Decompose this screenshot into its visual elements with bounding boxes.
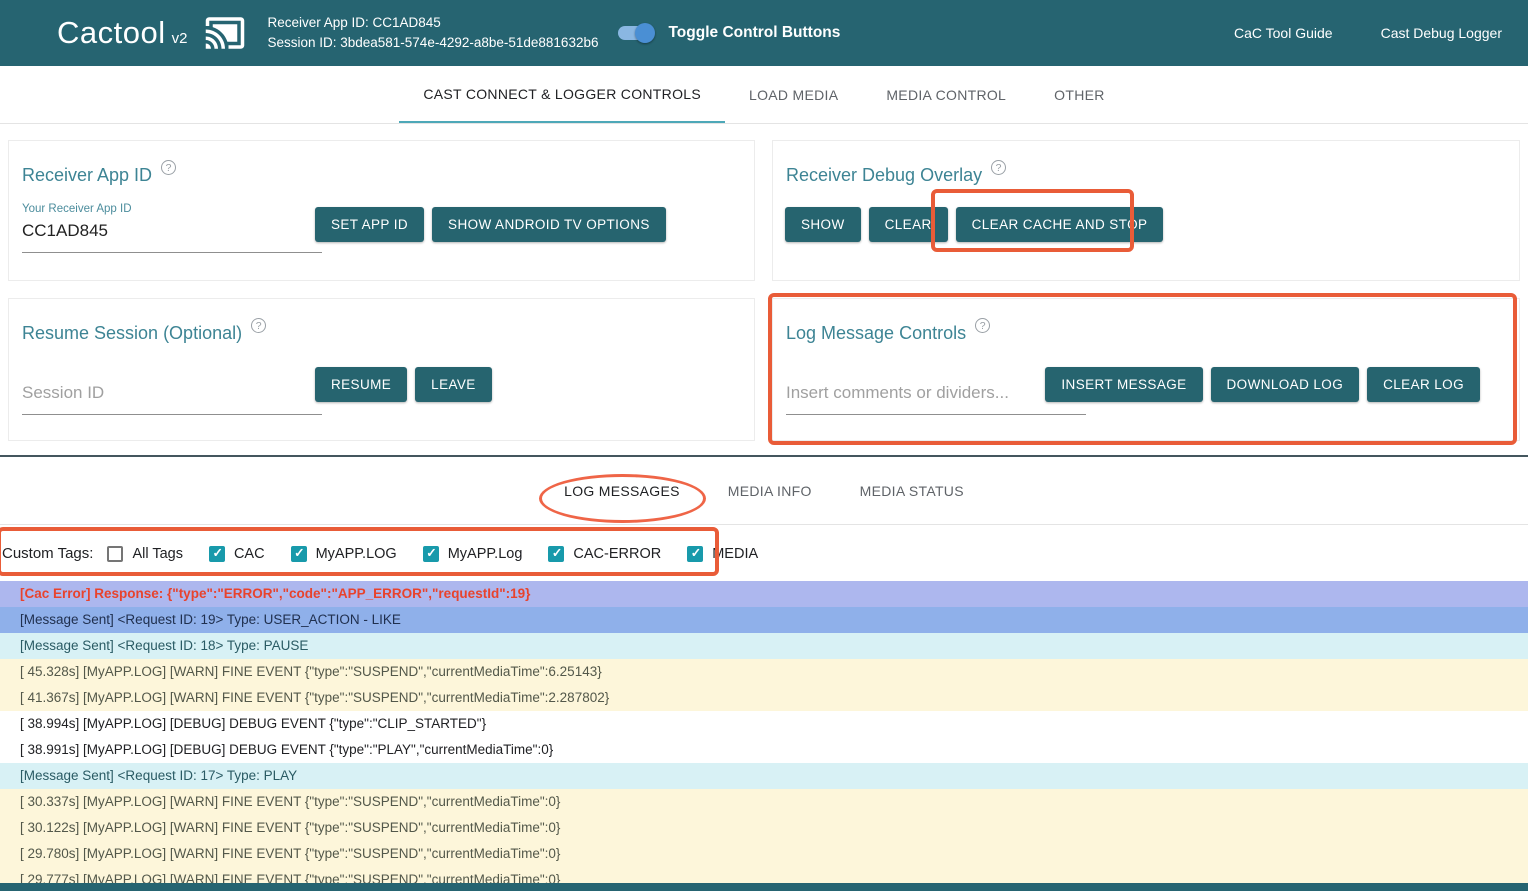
app-version: v2 [172, 30, 188, 47]
custom-tag-label: CAC-ERROR [573, 546, 661, 562]
receiver-app-id-input[interactable] [22, 217, 322, 253]
receiver-app-id-field: Your Receiver App ID [22, 203, 322, 253]
help-icon[interactable]: ? [251, 318, 266, 333]
panel-title-text: Log Message Controls [786, 323, 966, 344]
session-id-text: Session ID: 3bdea581-574e-4292-a8be-51de… [267, 33, 598, 53]
log-row[interactable]: [ 41.367s] [MyAPP.LOG] [WARN] FINE EVENT… [0, 685, 1528, 711]
app-header: Cactool v2 Receiver App ID: CC1AD845 Ses… [0, 0, 1528, 66]
log-row[interactable]: [ 29.780s] [MyAPP.LOG] [WARN] FINE EVENT… [0, 841, 1528, 867]
clear-log-button[interactable]: CLEAR LOG [1367, 367, 1480, 402]
checkbox-checked-icon[interactable] [291, 546, 307, 562]
custom-tags-bar: Custom Tags: All Tags CAC MyAPP.LOG MyAPP.L… [0, 526, 1528, 581]
log-message-controls-panel-title: Log Message Controls ? [786, 323, 990, 344]
custom-tag-label: All Tags [132, 546, 183, 562]
panel-title-text: Resume Session (Optional) [22, 323, 242, 344]
tab-cast-connect-logger-controls[interactable]: CAST CONNECT & LOGGER CONTROLS [399, 66, 725, 123]
custom-tag-label: MEDIA [712, 546, 758, 562]
custom-tag-item[interactable]: All Tags [107, 546, 183, 562]
log-tab-bar: LOG MESSAGES MEDIA INFO MEDIA STATUS [0, 457, 1528, 525]
panel-title-text: Receiver Debug Overlay [786, 165, 982, 186]
log-rows: [Cac Error] Response: {"type":"ERROR","c… [0, 581, 1528, 891]
log-row[interactable]: [Cac Error] Response: {"type":"ERROR","c… [0, 581, 1528, 607]
custom-tags-label: Custom Tags: [2, 545, 93, 562]
resume-session-panel: Resume Session (Optional) ? RESUME LEAVE [8, 298, 755, 441]
log-row[interactable]: [Message Sent] <Request ID: 19> Type: US… [0, 607, 1528, 633]
log-row[interactable]: [ 45.328s] [MyAPP.LOG] [WARN] FINE EVENT… [0, 659, 1528, 685]
show-android-tv-options-button[interactable]: SHOW ANDROID TV OPTIONS [432, 207, 666, 242]
checkbox-unchecked-icon[interactable] [107, 546, 123, 562]
log-row[interactable]: [ 38.991s] [MyAPP.LOG] [DEBUG] DEBUG EVE… [0, 737, 1528, 763]
main-tab-bar: CAST CONNECT & LOGGER CONTROLS LOAD MEDI… [0, 66, 1528, 124]
checkbox-checked-icon[interactable] [209, 546, 225, 562]
cac-tool-guide-link[interactable]: CaC Tool Guide [1234, 25, 1333, 41]
resume-button[interactable]: RESUME [315, 367, 407, 402]
custom-tag-label: MyAPP.LOG [316, 546, 397, 562]
checkbox-checked-icon[interactable] [548, 546, 564, 562]
cast-debug-logger-link[interactable]: Cast Debug Logger [1381, 25, 1502, 41]
log-message-controls-panel: Log Message Controls ? INSERT MESSAGE DO… [772, 298, 1520, 441]
custom-tag-item[interactable]: CAC [209, 546, 265, 562]
custom-tag-item[interactable]: MyAPP.Log [423, 546, 523, 562]
log-row[interactable]: [ 30.337s] [MyAPP.LOG] [WARN] FINE EVENT… [0, 789, 1528, 815]
header-links: CaC Tool Guide Cast Debug Logger [1234, 25, 1502, 41]
leave-button[interactable]: LEAVE [415, 367, 492, 402]
resume-session-panel-title: Resume Session (Optional) ? [22, 323, 266, 344]
app-title: Cactool v2 [57, 15, 187, 51]
app-name: Cactool [57, 15, 166, 51]
custom-tag-item[interactable]: MyAPP.LOG [291, 546, 397, 562]
tab-media-info[interactable]: MEDIA INFO [704, 457, 836, 524]
log-row[interactable]: [ 30.122s] [MyAPP.LOG] [WARN] FINE EVENT… [0, 815, 1528, 841]
connection-info: Receiver App ID: CC1AD845 Session ID: 3b… [267, 13, 598, 53]
control-buttons-toggle[interactable] [618, 26, 652, 40]
log-comment-input[interactable] [786, 379, 1086, 415]
log-comment-field [786, 379, 1086, 415]
insert-message-button[interactable]: INSERT MESSAGE [1045, 367, 1202, 402]
custom-tag-label: CAC [234, 546, 265, 562]
tab-log-messages[interactable]: LOG MESSAGES [540, 457, 704, 524]
receiver-app-id-panel: Receiver App ID ? Your Receiver App ID S… [8, 140, 755, 281]
cast-icon [201, 12, 249, 54]
footer-bar [0, 883, 1528, 891]
receiver-app-id-field-label: Your Receiver App ID [22, 203, 322, 215]
show-overlay-button[interactable]: SHOW [785, 207, 861, 242]
help-icon[interactable]: ? [161, 160, 176, 175]
toggle-knob[interactable] [635, 23, 655, 43]
session-id-input[interactable] [22, 379, 322, 415]
custom-tag-label: MyAPP.Log [448, 546, 523, 562]
receiver-debug-overlay-panel-title: Receiver Debug Overlay ? [786, 165, 1006, 186]
log-row[interactable]: [ 38.994s] [MyAPP.LOG] [DEBUG] DEBUG EVE… [0, 711, 1528, 737]
log-row[interactable]: [Message Sent] <Request ID: 18> Type: PA… [0, 633, 1528, 659]
checkbox-checked-icon[interactable] [423, 546, 439, 562]
help-icon[interactable]: ? [975, 318, 990, 333]
session-id-field [22, 379, 322, 415]
receiver-debug-overlay-panel: Receiver Debug Overlay ? SHOW CLEAR CLEA… [772, 140, 1520, 281]
clear-cache-and-stop-button[interactable]: CLEAR CACHE AND STOP [956, 207, 1164, 242]
tab-other[interactable]: OTHER [1030, 66, 1129, 123]
download-log-button[interactable]: DOWNLOAD LOG [1211, 367, 1360, 402]
set-app-id-button[interactable]: SET APP ID [315, 207, 424, 242]
toggle-label: Toggle Control Buttons [668, 24, 840, 42]
checkbox-checked-icon[interactable] [687, 546, 703, 562]
tab-load-media[interactable]: LOAD MEDIA [725, 66, 862, 123]
panel-title-text: Receiver App ID [22, 165, 152, 186]
clear-overlay-button[interactable]: CLEAR [869, 207, 948, 242]
custom-tag-item[interactable]: CAC-ERROR [548, 546, 661, 562]
custom-tags-list: All Tags CAC MyAPP.LOG MyAPP.Log CAC-ERROR ME… [107, 546, 758, 562]
receiver-app-id-panel-title: Receiver App ID ? [22, 165, 176, 186]
log-row[interactable]: [Message Sent] <Request ID: 17> Type: PL… [0, 763, 1528, 789]
custom-tag-item[interactable]: MEDIA [687, 546, 758, 562]
tab-media-control[interactable]: MEDIA CONTROL [862, 66, 1030, 123]
help-icon[interactable]: ? [991, 160, 1006, 175]
tab-media-status[interactable]: MEDIA STATUS [836, 457, 988, 524]
receiver-app-id-text: Receiver App ID: CC1AD845 [267, 13, 598, 33]
